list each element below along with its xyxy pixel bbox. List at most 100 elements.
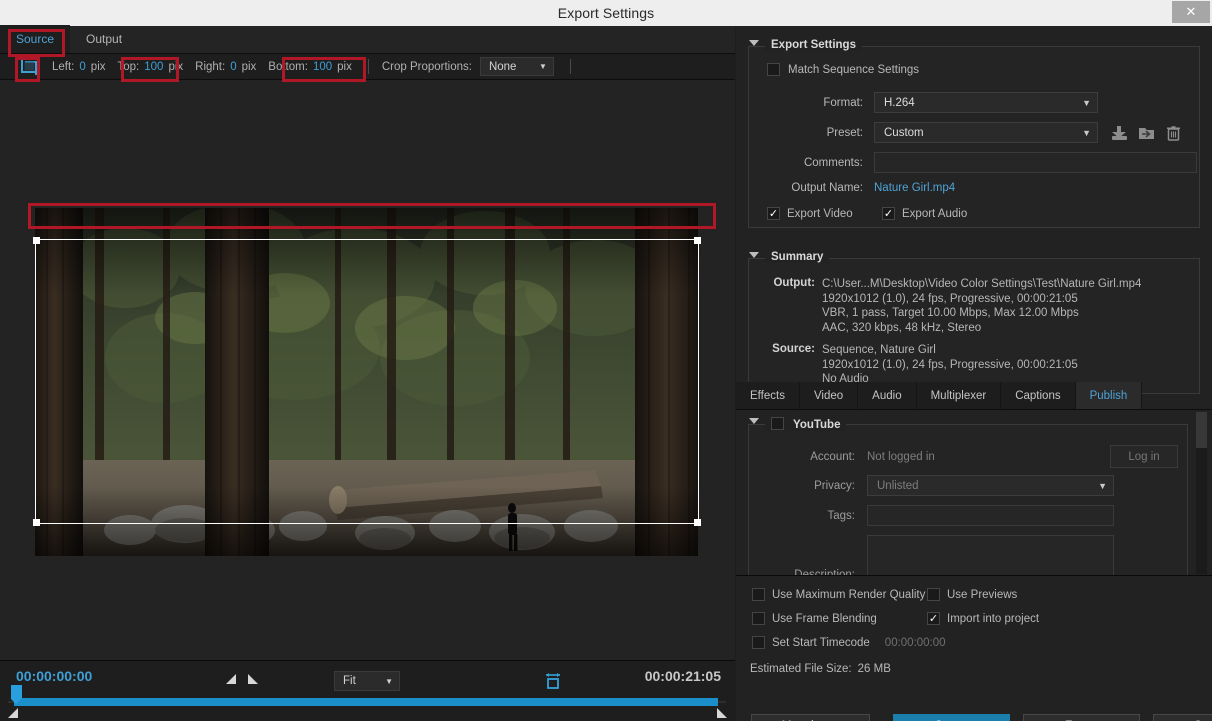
crop-field-left[interactable]: Left: 0 pix bbox=[52, 61, 106, 73]
account-label: Account: bbox=[810, 450, 855, 463]
crop-left-label: Left: bbox=[52, 60, 75, 73]
crop-field-top[interactable]: Top: 100 pix bbox=[118, 61, 184, 73]
toolbar-divider bbox=[367, 59, 369, 74]
in-point-handle[interactable] bbox=[8, 708, 18, 718]
disclosure-triangle-icon[interactable] bbox=[749, 40, 759, 46]
tab-effects[interactable]: Effects bbox=[736, 382, 800, 409]
format-value: H.264 bbox=[884, 96, 915, 109]
youtube-title-text: YouTube bbox=[793, 419, 841, 431]
source-output-tabstrip: Source Output bbox=[0, 25, 735, 54]
max-render-quality-checkbox[interactable] bbox=[752, 588, 765, 601]
match-sequence-settings-row[interactable]: Match Sequence Settings bbox=[767, 63, 919, 76]
format-label: Format: bbox=[823, 96, 863, 109]
summary-source-line-1: 1920x1012 (1.0), 24 fps, Progressive, 00… bbox=[822, 358, 1078, 371]
out-point-handle[interactable] bbox=[717, 708, 727, 718]
playhead-handle[interactable] bbox=[11, 685, 22, 704]
import-into-project-row[interactable]: ✓ Import into project bbox=[927, 612, 1039, 625]
crop-right-value[interactable]: 0 bbox=[230, 61, 236, 73]
window-title: Export Settings bbox=[557, 5, 655, 21]
output-name-link[interactable]: Nature Girl.mp4 bbox=[874, 182, 955, 194]
disclosure-triangle-icon[interactable] bbox=[749, 252, 759, 258]
crop-toolbar: Left: 0 pix Top: 100 pix Right: 0 pix Bo… bbox=[0, 54, 735, 80]
queue-button[interactable]: Queue bbox=[893, 714, 1010, 721]
crop-top-label: Top: bbox=[117, 60, 140, 73]
summary-output-row: Output: C:\User...M\Desktop\Video Color … bbox=[759, 277, 1141, 335]
privacy-label: Privacy: bbox=[814, 479, 855, 492]
output-name-label: Output Name: bbox=[791, 182, 863, 194]
comments-input[interactable] bbox=[873, 152, 1197, 173]
publish-scrollbar[interactable] bbox=[1196, 412, 1207, 574]
duration-timecode[interactable]: 00:00:21:05 bbox=[645, 668, 721, 684]
tab-video[interactable]: Video bbox=[799, 382, 859, 409]
tab-publish[interactable]: Publish bbox=[1075, 382, 1143, 409]
tags-label: Tags: bbox=[827, 509, 856, 522]
export-audio-checkbox[interactable]: ✓ bbox=[882, 207, 895, 220]
crop-proportions-dropdown[interactable]: None ▼ bbox=[479, 57, 554, 76]
tab-captions[interactable]: Captions bbox=[1001, 382, 1076, 409]
set-start-timecode-row[interactable]: Set Start Timecode 00:00:00:00 bbox=[752, 636, 946, 649]
export-video-checkbox[interactable]: ✓ bbox=[767, 207, 780, 220]
youtube-login-button[interactable]: Log in bbox=[1110, 445, 1178, 468]
publish-scrollbar-thumb[interactable] bbox=[1196, 412, 1207, 448]
crop-left-value[interactable]: 0 bbox=[79, 61, 85, 73]
window-titlebar: Export Settings ✕ bbox=[0, 0, 1212, 26]
chevron-down-icon: ▼ bbox=[1098, 480, 1107, 491]
privacy-value: Unlisted bbox=[877, 479, 919, 492]
delete-preset-icon[interactable] bbox=[1165, 125, 1182, 141]
mark-in-icon[interactable] bbox=[226, 674, 236, 684]
summary-source-line-0: Sequence, Nature Girl bbox=[822, 344, 936, 356]
account-row: Account: Not logged in Log in bbox=[757, 445, 1187, 468]
crop-tool-icon[interactable] bbox=[18, 57, 40, 77]
preset-label: Preset: bbox=[826, 126, 863, 139]
crop-field-bottom[interactable]: Bottom: 100 pix bbox=[268, 61, 352, 73]
disclosure-triangle-icon[interactable] bbox=[749, 418, 759, 424]
frame-blending-label: Use Frame Blending bbox=[772, 612, 877, 625]
export-audio-row[interactable]: ✓ Export Audio bbox=[882, 207, 967, 220]
tags-input[interactable] bbox=[867, 505, 1114, 526]
output-name-row: Output Name: Nature Girl.mp4 bbox=[767, 182, 955, 194]
youtube-enable-checkbox[interactable] bbox=[771, 417, 784, 430]
crop-top-value[interactable]: 100 bbox=[144, 61, 163, 73]
summary-source-values: Sequence, Nature Girl 1920x1012 (1.0), 2… bbox=[822, 343, 1078, 387]
frame-blending-row[interactable]: Use Frame Blending bbox=[752, 612, 877, 625]
tags-row: Tags: bbox=[757, 505, 1187, 526]
zoom-level-dropdown[interactable]: Fit ▼ bbox=[334, 671, 400, 691]
match-sequence-label: Match Sequence Settings bbox=[788, 63, 920, 76]
crop-bottom-value[interactable]: 100 bbox=[313, 61, 332, 73]
estimated-size-value: 26 MB bbox=[857, 663, 891, 675]
max-render-quality-row[interactable]: Use Maximum Render Quality bbox=[752, 588, 925, 601]
frame-blending-checkbox[interactable] bbox=[752, 612, 765, 625]
close-icon[interactable]: ✕ bbox=[1172, 1, 1210, 23]
tab-audio[interactable]: Audio bbox=[858, 382, 917, 409]
import-preset-icon[interactable] bbox=[1138, 125, 1155, 141]
use-previews-checkbox[interactable] bbox=[927, 588, 940, 601]
export-settings-group: Export Settings Match Sequence Settings … bbox=[748, 39, 1200, 228]
import-into-project-checkbox[interactable]: ✓ bbox=[927, 612, 940, 625]
privacy-dropdown[interactable]: Unlisted ▼ bbox=[867, 475, 1114, 496]
export-footer-panel: Use Maximum Render Quality Use Previews … bbox=[736, 575, 1212, 721]
crop-top-unit: pix bbox=[168, 60, 184, 73]
export-button[interactable]: Export bbox=[1023, 714, 1140, 721]
chevron-down-icon: ▼ bbox=[1082, 97, 1091, 108]
export-settings-title-text: Export Settings bbox=[771, 39, 856, 51]
mark-out-icon[interactable] bbox=[248, 674, 258, 684]
format-dropdown[interactable]: H.264 ▼ bbox=[874, 92, 1098, 113]
crop-field-right[interactable]: Right: 0 pix bbox=[195, 61, 256, 73]
source-range-icon[interactable] bbox=[545, 672, 561, 689]
save-preset-icon[interactable] bbox=[1111, 125, 1128, 141]
scrub-bar[interactable] bbox=[14, 698, 718, 706]
use-previews-row[interactable]: Use Previews bbox=[927, 588, 1017, 601]
match-sequence-checkbox[interactable] bbox=[767, 63, 780, 76]
metadata-button[interactable]: Metadata... bbox=[751, 714, 870, 721]
export-video-row[interactable]: ✓ Export Video bbox=[767, 207, 853, 220]
tab-multiplexer[interactable]: Multiplexer bbox=[916, 382, 1002, 409]
set-start-timecode-checkbox[interactable] bbox=[752, 636, 765, 649]
tab-output[interactable]: Output bbox=[70, 25, 138, 53]
cancel-button[interactable]: Cancel bbox=[1153, 714, 1212, 721]
current-timecode[interactable]: 00:00:00:00 bbox=[16, 668, 92, 684]
crop-bottom-unit: pix bbox=[337, 60, 352, 73]
tab-source[interactable]: Source bbox=[0, 25, 71, 53]
start-timecode-value[interactable]: 00:00:00:00 bbox=[885, 637, 946, 649]
preset-dropdown[interactable]: Custom ▼ bbox=[874, 122, 1098, 143]
video-preview-area[interactable] bbox=[0, 80, 735, 660]
